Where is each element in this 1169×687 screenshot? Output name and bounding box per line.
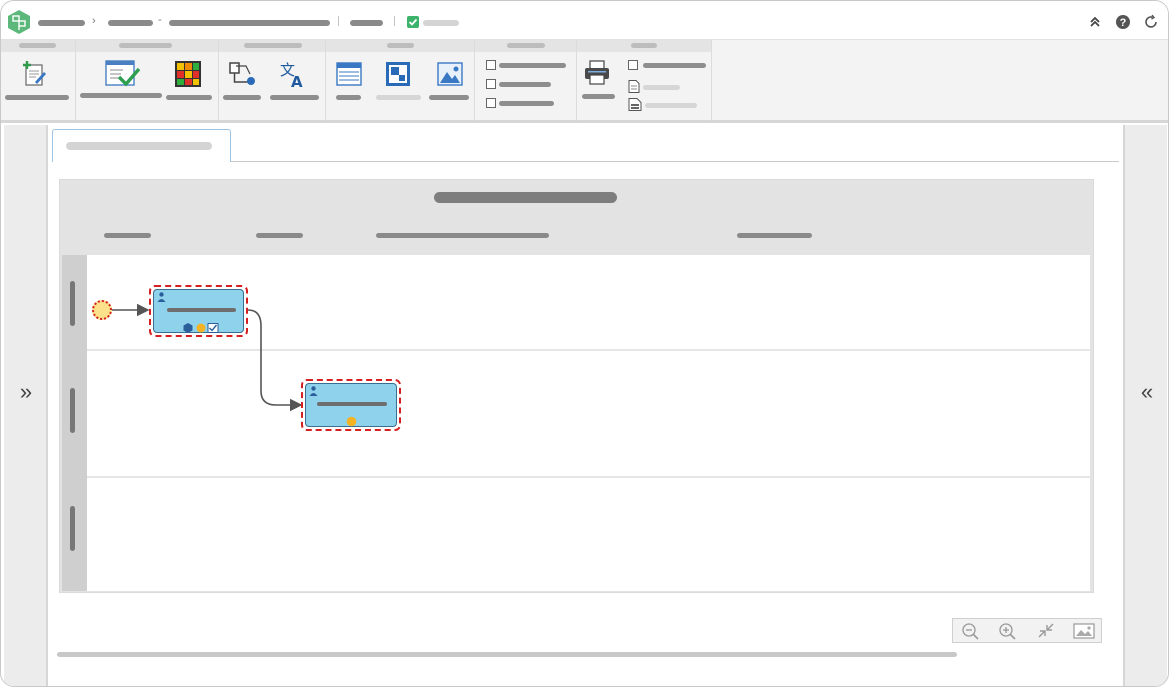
lane-label-2[interactable] xyxy=(70,388,75,433)
ribbon-group-title xyxy=(76,40,218,52)
task-label xyxy=(317,402,387,406)
process-version xyxy=(350,20,383,26)
edit-button-label[interactable] xyxy=(5,95,69,100)
ribbon-toolbar: 文 A xyxy=(1,39,1168,123)
divider xyxy=(338,16,339,26)
color-grid-icon[interactable] xyxy=(174,60,202,88)
user-task-1[interactable] xyxy=(149,285,248,337)
task-body xyxy=(153,289,244,333)
ribbon-group-title xyxy=(577,40,711,52)
status-label xyxy=(423,20,459,26)
svg-text:A: A xyxy=(291,73,303,88)
column-header-1 xyxy=(104,233,151,238)
task-status-icon xyxy=(346,416,357,427)
ribbon-group-title xyxy=(219,40,325,52)
document-option-label xyxy=(643,85,680,90)
zoom-out-icon[interactable] xyxy=(961,622,981,640)
lane-label-3[interactable] xyxy=(70,506,75,551)
print-option-label xyxy=(643,63,706,68)
column-header-3 xyxy=(376,233,549,238)
process-name xyxy=(169,20,330,26)
app-window: › - ? 文 A » « xyxy=(0,0,1169,687)
document-icon[interactable] xyxy=(628,80,640,93)
document-lines-label xyxy=(645,103,697,108)
fit-button-label[interactable] xyxy=(376,95,421,100)
tab-label xyxy=(66,142,212,150)
translate-icon[interactable]: 文 A xyxy=(279,60,307,88)
print-option-checkbox[interactable] xyxy=(628,60,638,70)
ribbon-group-validate xyxy=(76,40,219,121)
option-label-3 xyxy=(499,101,554,106)
zoom-in-icon[interactable] xyxy=(998,622,1018,640)
ribbon-group-view xyxy=(326,40,475,121)
svg-text:?: ? xyxy=(1120,17,1127,29)
column-header-4 xyxy=(737,233,812,238)
ribbon-group-options xyxy=(475,40,577,121)
ribbon-group-edit xyxy=(1,40,76,121)
translate-button-label[interactable] xyxy=(270,95,319,100)
option-label-1 xyxy=(499,63,566,68)
lane-label-1[interactable] xyxy=(70,281,75,326)
ribbon-group-title xyxy=(475,40,576,52)
column-header-2 xyxy=(256,233,303,238)
user-task-2[interactable] xyxy=(301,379,401,431)
edit-document-icon[interactable] xyxy=(21,60,49,88)
task-label xyxy=(167,308,236,312)
user-task-icon xyxy=(157,292,166,302)
start-event[interactable] xyxy=(92,300,112,320)
document-lines-icon[interactable] xyxy=(628,98,642,111)
breadcrumb-dash: - xyxy=(158,14,162,26)
help-icon[interactable]: ? xyxy=(1115,14,1131,30)
status-check-icon xyxy=(407,16,419,28)
tab-strip-line xyxy=(231,161,1119,162)
ribbon-group-title xyxy=(326,40,474,52)
horizontal-scrollbar[interactable] xyxy=(57,652,957,657)
right-panel-collapsed: « xyxy=(1123,125,1167,686)
left-panel-collapsed: » xyxy=(4,125,48,686)
lane-divider xyxy=(87,476,1090,478)
option-checkbox-3[interactable] xyxy=(486,98,496,108)
ribbon-group-title xyxy=(1,40,75,52)
refresh-icon[interactable] xyxy=(1143,14,1159,30)
option-label-2 xyxy=(499,82,551,87)
top-bar: › - ? xyxy=(1,1,1168,39)
expand-left-panel-button[interactable]: » xyxy=(14,381,38,405)
print-icon[interactable] xyxy=(583,59,611,87)
app-logo-icon[interactable] xyxy=(7,9,31,35)
zoom-toolbar xyxy=(952,618,1102,643)
fit-to-screen-icon[interactable] xyxy=(1036,622,1056,640)
task-markers-icon xyxy=(183,323,219,333)
task-body xyxy=(305,383,397,427)
ribbon-group-print xyxy=(577,40,712,121)
lane-divider xyxy=(87,349,1090,351)
image-icon[interactable] xyxy=(436,60,464,88)
expand-right-panel-button[interactable]: « xyxy=(1135,381,1159,405)
print-button-label[interactable] xyxy=(582,94,615,99)
export-image-label[interactable] xyxy=(429,95,469,100)
tab-diagram[interactable] xyxy=(52,129,231,162)
colors-button-label[interactable] xyxy=(166,95,212,100)
export-image-icon[interactable] xyxy=(1073,622,1095,640)
validate-button-label[interactable] xyxy=(80,93,162,98)
collapse-up-icon[interactable] xyxy=(1087,14,1103,30)
table-layout-icon[interactable] xyxy=(335,60,363,88)
breadcrumb-separator: › xyxy=(92,15,96,27)
option-checkbox-2[interactable] xyxy=(486,79,496,89)
ribbon-group-flow: 文 A xyxy=(219,40,326,121)
flow-button-label[interactable] xyxy=(223,95,261,100)
fit-zoom-icon[interactable] xyxy=(384,60,412,88)
breadcrumb-item-2[interactable] xyxy=(108,20,153,26)
pool-title xyxy=(434,192,617,203)
option-checkbox-1[interactable] xyxy=(486,60,496,70)
flow-connector-icon[interactable] xyxy=(228,60,256,88)
divider xyxy=(394,16,395,26)
user-task-icon xyxy=(309,386,318,396)
validate-checklist-icon[interactable] xyxy=(105,60,141,88)
breadcrumb-item-1[interactable] xyxy=(38,20,85,26)
layout-button-label[interactable] xyxy=(336,95,361,100)
